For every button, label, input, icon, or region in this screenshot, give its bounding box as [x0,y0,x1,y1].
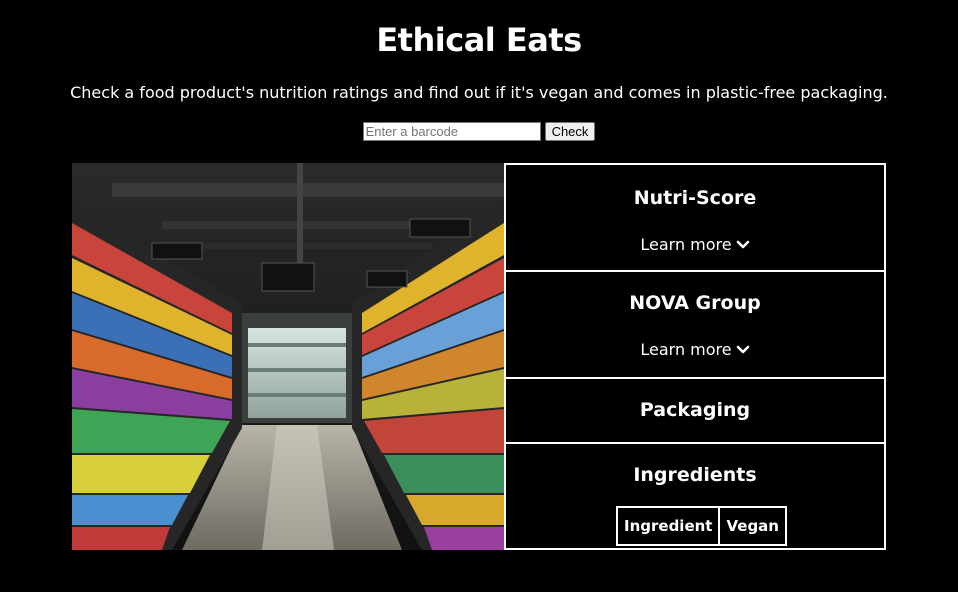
ingredients-table: Ingredient Vegan [615,506,787,546]
column-header-ingredient: Ingredient [615,506,721,546]
packaging-card: Packaging [504,379,886,444]
nutri-score-card: Nutri-Score Learn more [504,163,886,272]
ingredients-title: Ingredients [633,464,757,486]
ingredients-table-header: Ingredient Vegan [615,506,787,546]
chevron-down-icon [736,240,749,248]
nutri-score-title: Nutri-Score [633,187,757,209]
page-subtitle: Check a food product's nutrition ratings… [70,83,888,102]
nutri-score-learn-more[interactable]: Learn more [506,235,884,254]
nova-group-title: NOVA Group [629,292,761,314]
learn-more-label: Learn more [640,235,732,254]
nova-group-learn-more[interactable]: Learn more [506,340,884,359]
barcode-search-form: Check [0,122,958,141]
packaging-title: Packaging [639,399,751,421]
barcode-input[interactable] [362,122,541,141]
page: Ethical Eats Check a food product's nutr… [0,0,958,592]
supermarket-aisle-image [72,163,504,550]
nova-group-card: NOVA Group Learn more [504,272,886,379]
main-content: Nutri-Score Learn more NOVA Group Learn … [72,163,886,550]
chevron-down-icon [736,345,749,353]
learn-more-label: Learn more [640,340,732,359]
ingredients-card: Ingredients Ingredient Vegan [504,444,886,550]
column-header-vegan: Vegan [718,506,787,546]
product-info-panel: Nutri-Score Learn more NOVA Group Learn … [504,163,886,550]
page-title: Ethical Eats [376,21,582,59]
check-button[interactable]: Check [544,122,596,141]
